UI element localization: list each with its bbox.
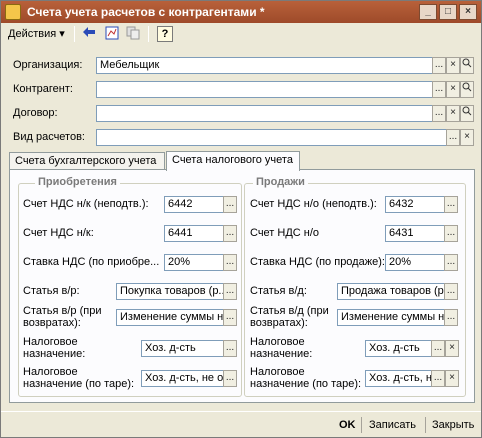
sales-item-returns-select-button[interactable]: ... xyxy=(444,309,458,326)
go-back-icon[interactable] xyxy=(81,26,97,42)
sales-vat-unconfirmed-field[interactable]: 6432 xyxy=(385,196,445,213)
settlement-type-field[interactable] xyxy=(96,129,447,146)
minimize-button[interactable]: _ xyxy=(419,4,437,20)
sales-tax-purpose-container-label-line2: назначение (по таре): xyxy=(250,378,362,390)
sales-item-returns-label-line2: возвратах): xyxy=(250,317,308,329)
purchases-vat-unconfirmed-field[interactable]: 6442 xyxy=(164,196,224,213)
sales-item-returns-label-line1: Статья в/д (при xyxy=(250,305,329,317)
tab-accounting[interactable]: Счета бухгалтерского учета xyxy=(9,152,165,170)
purchases-vat-rate-select-button[interactable]: ... xyxy=(223,254,237,271)
sales-tax-purpose-field[interactable]: Хоз. д-сть xyxy=(365,340,432,357)
toolbar-divider xyxy=(74,26,75,42)
sales-group: Продажи Счет НДС н/о (неподтв.): 6432 ..… xyxy=(244,176,466,397)
sales-tax-purpose-label-line2: назначение: xyxy=(250,348,313,360)
purchases-tax-purpose-label-line1: Налоговое xyxy=(23,336,78,348)
tab-tax[interactable]: Счета налогового учета xyxy=(166,151,300,171)
toolbar: Действия ▾ ? xyxy=(1,24,481,44)
sales-vat-label: Счет НДС н/о xyxy=(250,227,320,239)
sales-vat-field[interactable]: 6431 xyxy=(385,225,445,242)
purchases-item-returns-select-button[interactable]: ... xyxy=(223,309,237,326)
purchases-item-returns-field[interactable]: Изменение суммы н... xyxy=(116,309,224,326)
toolbar-divider xyxy=(148,26,149,42)
sales-tax-purpose-label-line1: Налоговое xyxy=(250,336,305,348)
search-icon[interactable] xyxy=(460,81,474,98)
sales-vat-rate-select-button[interactable]: ... xyxy=(444,254,458,271)
counterparty-clear-button[interactable]: × xyxy=(446,81,460,98)
sales-vat-rate-label: Ставка НДС (по продаже): xyxy=(250,256,385,268)
organization-field[interactable]: Мебельщик xyxy=(96,57,433,74)
settlement-type-label: Вид расчетов: xyxy=(13,131,85,143)
purchases-tax-purpose-container-label-line1: Налоговое xyxy=(23,366,78,378)
footer-bar: OK Записать Закрыть xyxy=(1,411,481,437)
sales-tax-purpose-container-label-line1: Налоговое xyxy=(250,366,305,378)
purchases-vat-unconfirmed-label: Счет НДС н/к (неподтв.): xyxy=(23,198,149,210)
purchases-item-field[interactable]: Покупка товаров (р... xyxy=(116,283,224,300)
sales-tax-purpose-container-clear-button[interactable]: × xyxy=(445,370,459,387)
purchases-item-select-button[interactable]: ... xyxy=(223,283,237,300)
maximize-button[interactable]: □ xyxy=(439,4,457,20)
actions-menu-button[interactable]: Действия ▾ xyxy=(8,25,65,43)
search-icon[interactable] xyxy=(460,57,474,74)
purchases-tax-purpose-label-line2: назначение: xyxy=(23,348,86,360)
purchases-group: Приобретения Счет НДС н/к (неподтв.): 64… xyxy=(18,176,242,397)
window-title: Счета учета расчетов с контрагентами * xyxy=(27,5,265,19)
copy-icon[interactable] xyxy=(125,26,141,42)
structure-icon[interactable] xyxy=(104,26,120,42)
sales-group-title: Продажи xyxy=(253,176,308,188)
contract-field[interactable] xyxy=(96,105,433,122)
sales-vat-unconfirmed-select-button[interactable]: ... xyxy=(444,196,458,213)
counterparty-select-button[interactable]: ... xyxy=(432,81,446,98)
sales-tax-purpose-select-button[interactable]: ... xyxy=(431,340,445,357)
app-icon xyxy=(5,4,21,20)
sales-vat-unconfirmed-label: Счет НДС н/о (неподтв.): xyxy=(250,198,377,210)
close-button[interactable]: Закрыть xyxy=(432,416,474,434)
footer-divider xyxy=(425,417,426,433)
organization-select-button[interactable]: ... xyxy=(432,57,446,74)
purchases-vat-rate-label: Ставка НДС (по приобре... xyxy=(23,256,160,268)
contract-clear-button[interactable]: × xyxy=(446,105,460,122)
sales-item-select-button[interactable]: ... xyxy=(444,283,458,300)
sales-item-label: Статья в/д: xyxy=(250,285,307,297)
tax-accounts-panel: Приобретения Счет НДС н/к (неподтв.): 64… xyxy=(9,169,475,403)
sales-vat-rate-field[interactable]: 20% xyxy=(385,254,445,271)
save-button[interactable]: Записать xyxy=(369,416,416,434)
chevron-down-icon: ▾ xyxy=(59,28,65,40)
purchases-item-returns-label-line2: возвратах): xyxy=(23,317,81,329)
help-icon[interactable]: ? xyxy=(157,26,173,42)
title-bar[interactable]: Счета учета расчетов с контрагентами * _… xyxy=(1,1,481,23)
contract-label: Договор: xyxy=(13,107,58,119)
purchases-vat-label: Счет НДС н/к: xyxy=(23,227,94,239)
settlement-type-clear-button[interactable]: × xyxy=(460,129,474,146)
settlement-type-select-button[interactable]: ... xyxy=(446,129,460,146)
purchases-vat-rate-field[interactable]: 20% xyxy=(164,254,224,271)
ok-button[interactable]: OK xyxy=(339,416,356,434)
sales-tax-purpose-container-field[interactable]: Хоз. д-сть, н... xyxy=(365,370,432,387)
counterparty-label: Контрагент: xyxy=(13,83,73,95)
sales-tax-purpose-container-select-button[interactable]: ... xyxy=(431,370,445,387)
purchases-item-label: Статья в/р: xyxy=(23,285,80,297)
purchases-tax-purpose-container-field[interactable]: Хоз. д-сть, не о... xyxy=(141,370,224,387)
purchases-item-returns-label-line1: Статья в/р (при xyxy=(23,305,102,317)
dialog-window: Счета учета расчетов с контрагентами * _… xyxy=(0,0,482,438)
close-window-button[interactable]: × xyxy=(459,4,477,20)
purchases-tax-purpose-container-label-line2: назначение (по таре): xyxy=(23,378,135,390)
organization-clear-button[interactable]: × xyxy=(446,57,460,74)
footer-divider xyxy=(361,417,362,433)
search-icon[interactable] xyxy=(460,105,474,122)
sales-item-field[interactable]: Продажа товаров (р... xyxy=(337,283,445,300)
contract-select-button[interactable]: ... xyxy=(432,105,446,122)
sales-vat-select-button[interactable]: ... xyxy=(444,225,458,242)
purchases-vat-unconfirmed-select-button[interactable]: ... xyxy=(223,196,237,213)
purchases-tax-purpose-select-button[interactable]: ... xyxy=(223,340,237,357)
organization-label: Организация: xyxy=(13,59,83,71)
sales-tax-purpose-clear-button[interactable]: × xyxy=(445,340,459,357)
sales-item-returns-field[interactable]: Изменение суммы н... xyxy=(337,309,445,326)
purchases-group-title: Приобретения xyxy=(35,176,120,188)
purchases-vat-field[interactable]: 6441 xyxy=(164,225,224,242)
purchases-tax-purpose-container-select-button[interactable]: ... xyxy=(223,370,237,387)
counterparty-field[interactable] xyxy=(96,81,433,98)
purchases-tax-purpose-field[interactable]: Хоз. д-сть xyxy=(141,340,224,357)
actions-label: Действия xyxy=(8,28,57,40)
purchases-vat-select-button[interactable]: ... xyxy=(223,225,237,242)
